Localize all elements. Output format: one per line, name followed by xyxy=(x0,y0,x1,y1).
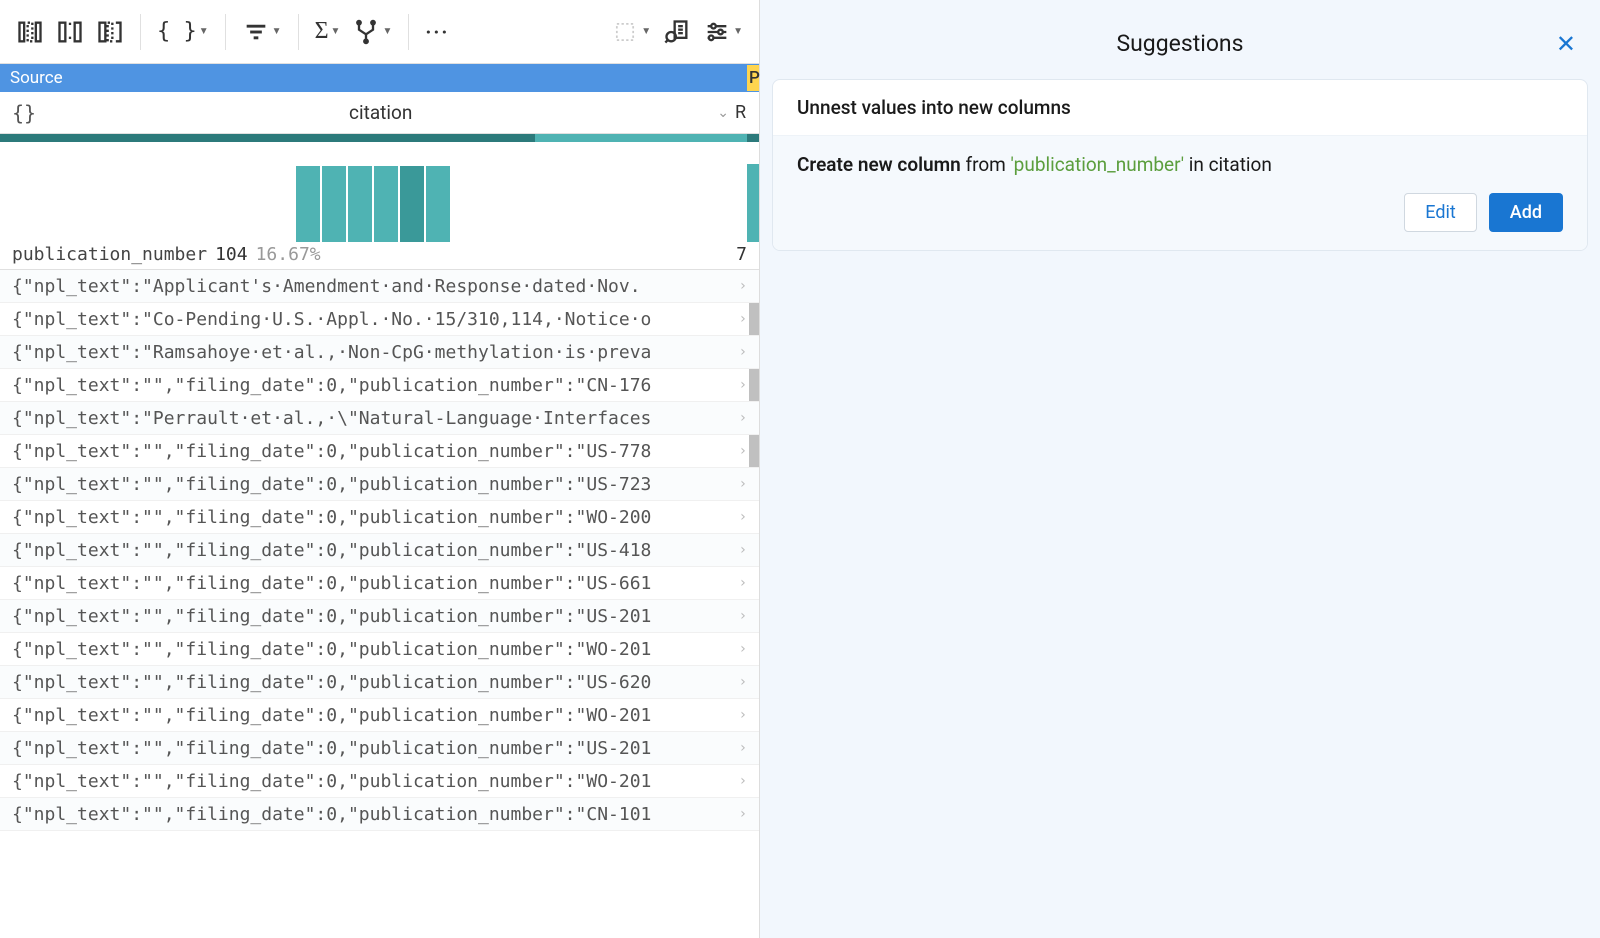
table-row[interactable]: {"npl_text":"Applicant's·Amendment·and·R… xyxy=(0,270,759,303)
expand-row-icon[interactable]: › xyxy=(739,674,747,690)
left-panel: { } ▼ ▼ Σ ▼ ▼ ··· xyxy=(0,0,760,938)
suggestion-card-body: Create new column from 'publication_numb… xyxy=(773,136,1587,250)
suggestion-card: Unnest values into new columns Create ne… xyxy=(772,79,1588,251)
table-row[interactable]: {"npl_text":"Ramsahoye·et·al.,·Non-CpG·m… xyxy=(0,336,759,369)
table-row[interactable]: {"npl_text":"","filing_date":0,"publicat… xyxy=(0,732,759,765)
sigma-dropdown[interactable]: Σ ▼ xyxy=(311,14,345,49)
expand-row-icon[interactable]: › xyxy=(739,542,747,558)
histogram-bar[interactable] xyxy=(348,166,372,242)
grid-select-dropdown[interactable]: ▼ xyxy=(607,14,655,50)
expand-row-icon[interactable]: › xyxy=(739,740,747,756)
source-header[interactable]: Source xyxy=(0,65,747,91)
histogram-bar[interactable] xyxy=(374,166,398,242)
stats-row: publication_number 104 16.67% 7 xyxy=(0,242,759,270)
table-row[interactable]: {"npl_text":"","filing_date":0,"publicat… xyxy=(0,435,759,468)
table-row[interactable]: {"npl_text":"","filing_date":0,"publicat… xyxy=(0,567,759,600)
expand-row-icon[interactable]: › xyxy=(739,344,747,360)
next-column-char: R xyxy=(735,102,747,123)
expand-row-icon[interactable]: › xyxy=(739,311,747,327)
table-row[interactable]: {"npl_text":"","filing_date":0,"publicat… xyxy=(0,765,759,798)
table-row[interactable]: {"npl_text":"","filing_date":0,"publicat… xyxy=(0,699,759,732)
expand-row-icon[interactable]: › xyxy=(739,377,747,393)
stats-count: 104 xyxy=(215,244,248,265)
histogram-area[interactable] xyxy=(0,142,759,242)
sliders-dropdown[interactable]: ▼ xyxy=(699,14,747,50)
toolbar: { } ▼ ▼ Σ ▼ ▼ ··· xyxy=(0,0,759,64)
histogram-bar[interactable] xyxy=(400,166,424,242)
expand-row-icon[interactable]: › xyxy=(739,608,747,624)
edit-button[interactable]: Edit xyxy=(1404,193,1476,232)
expand-row-icon[interactable]: › xyxy=(739,773,747,789)
suggestions-panel: Suggestions ✕ Unnest values into new col… xyxy=(760,0,1600,938)
column-header-row: Source P xyxy=(0,64,759,92)
table-row[interactable]: {"npl_text":"","filing_date":0,"publicat… xyxy=(0,798,759,831)
data-rows-container: {"npl_text":"Applicant's·Amendment·and·R… xyxy=(0,270,759,938)
table-row[interactable]: {"npl_text":"","filing_date":0,"publicat… xyxy=(0,633,759,666)
column-action-icon-3[interactable] xyxy=(92,14,128,50)
quality-bar xyxy=(0,134,759,142)
stats-pct: 16.67% xyxy=(256,244,321,265)
filter-dropdown[interactable]: ▼ xyxy=(238,14,286,50)
chevron-down-icon[interactable]: ⌄ xyxy=(717,105,729,121)
stats-next-col: 7 xyxy=(735,244,747,265)
search-column-icon[interactable] xyxy=(659,14,695,50)
suggestions-header: Suggestions ✕ xyxy=(772,12,1588,75)
expand-row-icon[interactable]: › xyxy=(739,575,747,591)
column-action-icon-2[interactable] xyxy=(52,14,88,50)
table-row[interactable]: {"npl_text":"","filing_date":0,"publicat… xyxy=(0,600,759,633)
expand-row-icon[interactable]: › xyxy=(739,806,747,822)
suggestion-text: Create new column from 'publication_numb… xyxy=(797,152,1563,179)
column-title-row[interactable]: {} citation ⌄ R xyxy=(0,92,759,134)
expand-row-icon[interactable]: › xyxy=(739,278,747,294)
column-title: citation xyxy=(44,101,717,124)
column-action-icon-1[interactable] xyxy=(12,14,48,50)
table-row[interactable]: {"npl_text":"","filing_date":0,"publicat… xyxy=(0,534,759,567)
expand-row-icon[interactable]: › xyxy=(739,443,747,459)
table-row[interactable]: {"npl_text":"","filing_date":0,"publicat… xyxy=(0,666,759,699)
histogram-bar[interactable] xyxy=(296,166,320,242)
close-icon[interactable]: ✕ xyxy=(1556,30,1576,58)
suggestions-title: Suggestions xyxy=(1116,30,1243,57)
braces-dropdown[interactable]: { } ▼ xyxy=(153,15,213,48)
table-row[interactable]: {"npl_text":"","filing_date":0,"publicat… xyxy=(0,501,759,534)
table-row[interactable]: {"npl_text":"Perrault·et·al.,·\"Natural-… xyxy=(0,402,759,435)
p-header[interactable]: P xyxy=(747,65,759,91)
suggestion-card-header: Unnest values into new columns xyxy=(773,80,1587,136)
add-button[interactable]: Add xyxy=(1489,193,1563,232)
expand-row-icon[interactable]: › xyxy=(739,707,747,723)
object-type-icon: {} xyxy=(12,101,36,125)
expand-row-icon[interactable]: › xyxy=(739,641,747,657)
histogram-bar[interactable] xyxy=(426,166,450,242)
histogram-bar-next xyxy=(747,164,759,242)
table-row[interactable]: {"npl_text":"","filing_date":0,"publicat… xyxy=(0,468,759,501)
expand-row-icon[interactable]: › xyxy=(739,476,747,492)
stats-label: publication_number xyxy=(12,244,207,265)
table-row[interactable]: {"npl_text":"Co-Pending·U.S.·Appl.·No.·1… xyxy=(0,303,759,336)
merge-dropdown[interactable]: ▼ xyxy=(348,14,396,50)
histogram-bar[interactable] xyxy=(322,166,346,242)
expand-row-icon[interactable]: › xyxy=(739,410,747,426)
expand-row-icon[interactable]: › xyxy=(739,509,747,525)
more-icon[interactable]: ··· xyxy=(421,16,453,48)
table-row[interactable]: {"npl_text":"","filing_date":0,"publicat… xyxy=(0,369,759,402)
